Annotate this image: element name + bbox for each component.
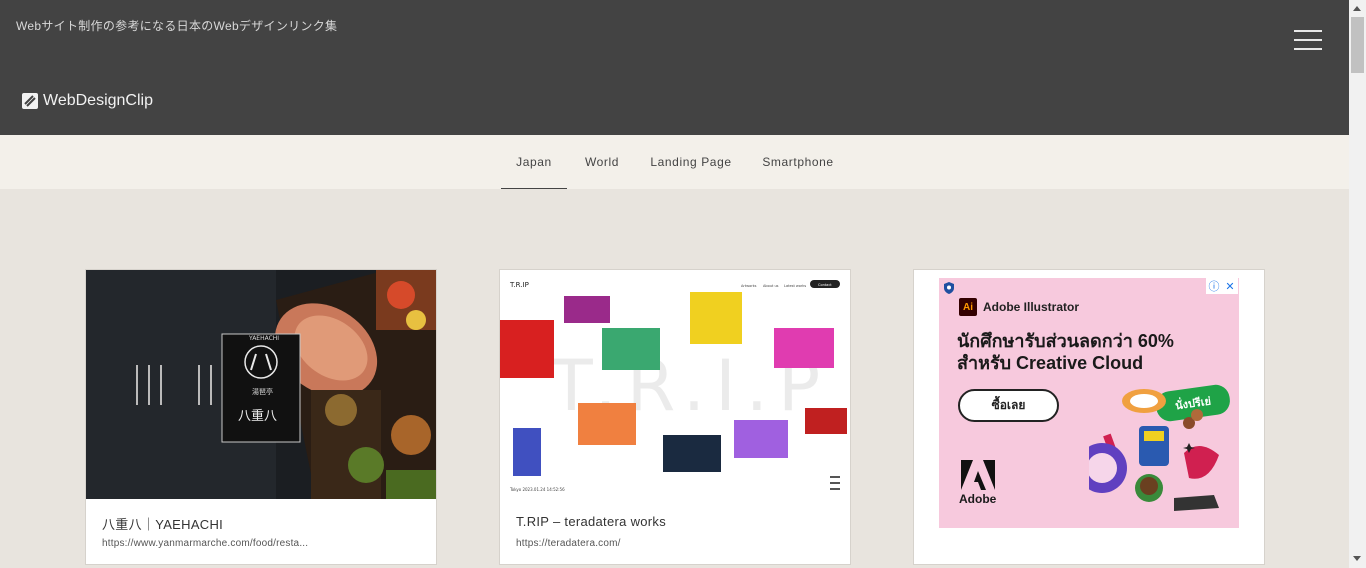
thumb2-nav-artworks: Artworks [741,284,757,288]
logo-text: WebDesignClip [43,92,153,109]
scroll-down-arrow-icon[interactable] [1353,556,1361,561]
tab-japan[interactable]: Japan [501,135,567,189]
site-card[interactable]: T.R.IP Artworks About us Latest works Co… [499,269,851,565]
site-card-title[interactable]: 八重八｜YAEHACHI [102,514,223,533]
ad-brand: Ai Adobe Illustrator [959,298,1079,316]
site-thumbnail[interactable]: YAEHACHI 湯琶亭 八重八 [86,270,436,499]
ad-card: ⓘ ✕ Ai Adobe Illustrator นักศึกษารับส่วน… [913,269,1265,565]
ad-shield-icon [944,282,954,294]
site-card[interactable]: YAEHACHI 湯琶亭 八重八 八重八｜YAEHACHI https://ww… [85,269,437,565]
yaehachi-thumbnail-image: YAEHACHI 湯琶亭 八重八 [86,270,436,499]
tab-smartphone[interactable]: Smartphone [756,135,840,189]
thumb1-sign-top: YAEHACHI [248,335,279,342]
site-card-url[interactable]: https://teradatera.com/ [516,538,621,549]
trip-thumbnail-image: T.R.IP Artworks About us Latest works Co… [500,270,850,499]
adobe-advertisement[interactable]: ⓘ ✕ Ai Adobe Illustrator นักศึกษารับส่วน… [939,278,1239,528]
category-nav: Japan World Landing Page Smartphone [0,135,1349,189]
ad-info-icon[interactable]: ⓘ [1206,278,1222,294]
site-thumbnail[interactable]: T.R.IP Artworks About us Latest works Co… [500,270,850,499]
thumb2-contact: Contact [818,283,832,287]
adobe-logo: Adobe [959,460,996,506]
adobe-logo-label: Adobe [959,492,997,506]
thumb1-sign-mid: 湯琶亭 [252,387,273,396]
thumb2-nav-latest: Latest works [784,284,806,288]
logo-mark-icon [22,93,38,109]
adobe-logo-icon [960,460,995,490]
ad-close-icon[interactable]: ✕ [1222,278,1238,294]
scroll-up-arrow-icon[interactable] [1353,6,1361,11]
ad-controls: ⓘ ✕ [1206,278,1238,294]
page-scrollbar[interactable] [1349,0,1366,568]
ad-sticker-illustrations [1089,389,1219,511]
tab-landing-page[interactable]: Landing Page [645,135,737,189]
site-header: Webサイト制作の参考になる日本のWebデザインリンク集 WebDesignCl… [0,0,1349,135]
thumb2-nav-about: About us [763,284,779,288]
site-tagline: Webサイト制作の参考になる日本のWebデザインリンク集 [16,19,338,33]
site-card-title[interactable]: T.RIP – teradatera works [516,514,666,529]
thumb2-logo: T.R.IP [509,281,529,289]
thumb2-timestamp: Tokyo 2023.01.24 14:52:56 [509,487,565,492]
site-logo[interactable]: WebDesignClip [22,92,153,110]
thumb1-sign-bottom: 八重八 [238,408,277,424]
ad-headline: นักศึกษารับส่วนลดกว่า 60% สำหรับ Creativ… [957,331,1174,373]
tab-world[interactable]: World [578,135,626,189]
scrollbar-thumb[interactable] [1351,17,1364,73]
site-card-url[interactable]: https://www.yanmarmarche.com/food/resta.… [102,538,308,549]
ad-buy-button[interactable]: ซื้อเลย [958,389,1059,422]
ad-brand-label: Adobe Illustrator [983,300,1080,314]
hamburger-menu-icon[interactable] [1294,30,1322,50]
illustrator-icon: Ai [959,298,977,316]
